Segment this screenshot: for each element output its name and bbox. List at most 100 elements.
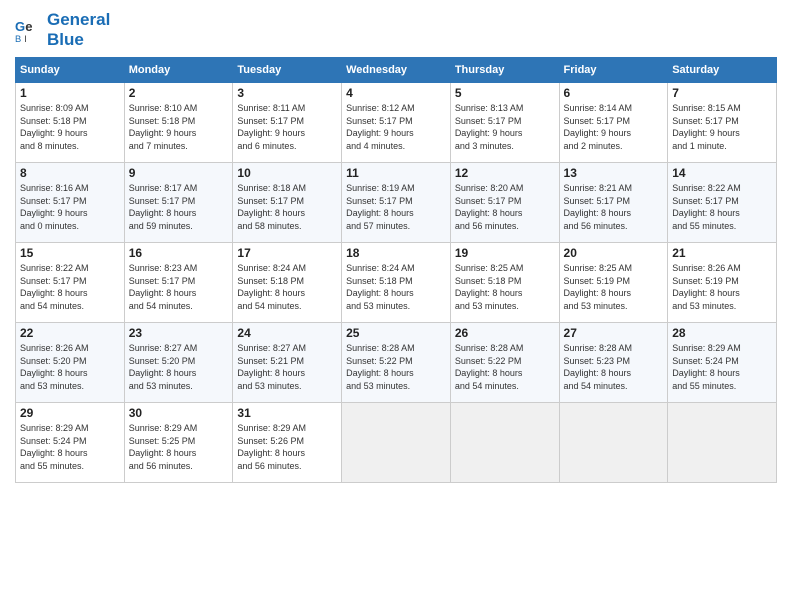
day-info: Sunrise: 8:09 AMSunset: 5:18 PMDaylight:… (20, 102, 120, 152)
day-info: Sunrise: 8:25 AMSunset: 5:19 PMDaylight:… (564, 262, 664, 312)
calendar-cell: 5 Sunrise: 8:13 AMSunset: 5:17 PMDaylight… (450, 83, 559, 163)
calendar-cell: 30Sunrise: 8:29 AMSunset: 5:25 PMDayligh… (124, 403, 233, 483)
calendar-cell: 22 Sunrise: 8:26 AMSunset: 5:20 PMDayligh… (16, 323, 125, 403)
calendar-cell: 14 Sunrise: 8:22 AMSunset: 5:17 PMDayligh… (668, 163, 777, 243)
day-number: 9 (129, 166, 229, 180)
day-info: Sunrise: 8:28 AMSunset: 5:22 PMDaylight:… (455, 342, 555, 392)
day-info: Sunrise: 8:20 AMSunset: 5:17 PMDaylight:… (455, 182, 555, 232)
calendar-cell (450, 403, 559, 483)
day-info: Sunrise: 8:27 AMSunset: 5:20 PMDaylight:… (129, 342, 229, 392)
day-info: Sunrise: 8:27 AMSunset: 5:21 PMDaylight:… (237, 342, 337, 392)
svg-text:B: B (15, 34, 21, 44)
calendar-cell: 18Sunrise: 8:24 AMSunset: 5:18 PMDayligh… (342, 243, 451, 323)
logo-general: General (47, 10, 110, 29)
calendar-cell (342, 403, 451, 483)
day-number: 1 (20, 86, 120, 100)
day-number: 15 (20, 246, 120, 260)
day-number: 30 (129, 406, 229, 420)
day-number: 24 (237, 326, 337, 340)
day-info: Sunrise: 8:25 AMSunset: 5:18 PMDaylight:… (455, 262, 555, 312)
calendar-cell: 25 Sunrise: 8:28 AMSunset: 5:22 PMDayligh… (342, 323, 451, 403)
calendar-cell: 17 Sunrise: 8:24 AMSunset: 5:18 PMDayligh… (233, 243, 342, 323)
day-info: Sunrise: 8:13 AMSunset: 5:17 PMDaylight:… (455, 102, 555, 152)
day-number: 22 (20, 326, 120, 340)
calendar-cell: 13 Sunrise: 8:21 AMSunset: 5:17 PMDayligh… (559, 163, 668, 243)
day-info: Sunrise: 8:29 AMSunset: 5:24 PMDaylight:… (672, 342, 772, 392)
day-info: Sunrise: 8:12 AMSunset: 5:17 PMDaylight:… (346, 102, 446, 152)
calendar-cell (668, 403, 777, 483)
calendar-week-5: 29 Sunrise: 8:29 AMSunset: 5:24 PMDayligh… (16, 403, 777, 483)
calendar-cell: 6 Sunrise: 8:14 AMSunset: 5:17 PMDaylight… (559, 83, 668, 163)
calendar-cell: 21Sunrise: 8:26 AMSunset: 5:19 PMDayligh… (668, 243, 777, 323)
calendar-cell: 7Sunrise: 8:15 AMSunset: 5:17 PMDaylight… (668, 83, 777, 163)
day-number: 5 (455, 86, 555, 100)
day-number: 2 (129, 86, 229, 100)
calendar-cell: 24 Sunrise: 8:27 AMSunset: 5:21 PMDayligh… (233, 323, 342, 403)
calendar-cell: 10Sunrise: 8:18 AMSunset: 5:17 PMDayligh… (233, 163, 342, 243)
page-container: G e B l General Blue SundayMondayTuesday… (0, 0, 792, 493)
calendar-header: SundayMondayTuesdayWednesdayThursdayFrid… (16, 58, 777, 83)
calendar-cell: 20 Sunrise: 8:25 AMSunset: 5:19 PMDayligh… (559, 243, 668, 323)
day-info: Sunrise: 8:24 AMSunset: 5:18 PMDaylight:… (237, 262, 337, 312)
day-info: Sunrise: 8:22 AMSunset: 5:17 PMDaylight:… (672, 182, 772, 232)
calendar-cell: 31Sunrise: 8:29 AMSunset: 5:26 PMDayligh… (233, 403, 342, 483)
calendar-week-3: 15Sunrise: 8:22 AMSunset: 5:17 PMDayligh… (16, 243, 777, 323)
day-number: 3 (237, 86, 337, 100)
day-info: Sunrise: 8:10 AMSunset: 5:18 PMDaylight:… (129, 102, 229, 152)
day-info: Sunrise: 8:11 AMSunset: 5:17 PMDaylight:… (237, 102, 337, 152)
calendar-cell: 29 Sunrise: 8:29 AMSunset: 5:24 PMDayligh… (16, 403, 125, 483)
weekday-header-thursday: Thursday (450, 58, 559, 83)
day-number: 21 (672, 246, 772, 260)
day-info: Sunrise: 8:28 AMSunset: 5:22 PMDaylight:… (346, 342, 446, 392)
day-number: 17 (237, 246, 337, 260)
weekday-header-wednesday: Wednesday (342, 58, 451, 83)
logo-text: General Blue (47, 10, 110, 49)
day-number: 26 (455, 326, 555, 340)
calendar-cell: 11Sunrise: 8:19 AMSunset: 5:17 PMDayligh… (342, 163, 451, 243)
day-number: 23 (129, 326, 229, 340)
calendar-table: SundayMondayTuesdayWednesdayThursdayFrid… (15, 57, 777, 483)
day-number: 28 (672, 326, 772, 340)
svg-text:e: e (25, 18, 32, 33)
logo: G e B l General Blue (15, 10, 110, 49)
day-info: Sunrise: 8:17 AMSunset: 5:17 PMDaylight:… (129, 182, 229, 232)
day-info: Sunrise: 8:16 AMSunset: 5:17 PMDaylight:… (20, 182, 120, 232)
day-number: 27 (564, 326, 664, 340)
day-info: Sunrise: 8:14 AMSunset: 5:17 PMDaylight:… (564, 102, 664, 152)
calendar-cell: 1 Sunrise: 8:09 AMSunset: 5:18 PMDaylight… (16, 83, 125, 163)
calendar-cell: 19Sunrise: 8:25 AMSunset: 5:18 PMDayligh… (450, 243, 559, 323)
header: G e B l General Blue (15, 10, 777, 49)
weekday-header-friday: Friday (559, 58, 668, 83)
calendar-cell: 12Sunrise: 8:20 AMSunset: 5:17 PMDayligh… (450, 163, 559, 243)
svg-text:G: G (15, 18, 25, 33)
calendar-cell (559, 403, 668, 483)
day-number: 8 (20, 166, 120, 180)
day-info: Sunrise: 8:23 AMSunset: 5:17 PMDaylight:… (129, 262, 229, 312)
calendar-cell: 27 Sunrise: 8:28 AMSunset: 5:23 PMDayligh… (559, 323, 668, 403)
day-info: Sunrise: 8:26 AMSunset: 5:20 PMDaylight:… (20, 342, 120, 392)
calendar-week-4: 22 Sunrise: 8:26 AMSunset: 5:20 PMDayligh… (16, 323, 777, 403)
day-number: 4 (346, 86, 446, 100)
day-number: 25 (346, 326, 446, 340)
day-number: 6 (564, 86, 664, 100)
weekday-header-monday: Monday (124, 58, 233, 83)
day-info: Sunrise: 8:21 AMSunset: 5:17 PMDaylight:… (564, 182, 664, 232)
day-info: Sunrise: 8:28 AMSunset: 5:23 PMDaylight:… (564, 342, 664, 392)
day-number: 20 (564, 246, 664, 260)
day-number: 13 (564, 166, 664, 180)
calendar-cell: 28 Sunrise: 8:29 AMSunset: 5:24 PMDayligh… (668, 323, 777, 403)
day-number: 10 (237, 166, 337, 180)
calendar-cell: 2 Sunrise: 8:10 AMSunset: 5:18 PMDaylight… (124, 83, 233, 163)
day-number: 18 (346, 246, 446, 260)
svg-text:l: l (24, 34, 26, 44)
calendar-cell: 3 Sunrise: 8:11 AMSunset: 5:17 PMDaylight… (233, 83, 342, 163)
weekday-header-sunday: Sunday (16, 58, 125, 83)
calendar-cell: 8 Sunrise: 8:16 AMSunset: 5:17 PMDaylight… (16, 163, 125, 243)
day-number: 29 (20, 406, 120, 420)
weekday-row: SundayMondayTuesdayWednesdayThursdayFrid… (16, 58, 777, 83)
calendar-week-1: 1 Sunrise: 8:09 AMSunset: 5:18 PMDaylight… (16, 83, 777, 163)
day-number: 7 (672, 86, 772, 100)
day-info: Sunrise: 8:29 AMSunset: 5:24 PMDaylight:… (20, 422, 120, 472)
day-number: 14 (672, 166, 772, 180)
day-number: 11 (346, 166, 446, 180)
